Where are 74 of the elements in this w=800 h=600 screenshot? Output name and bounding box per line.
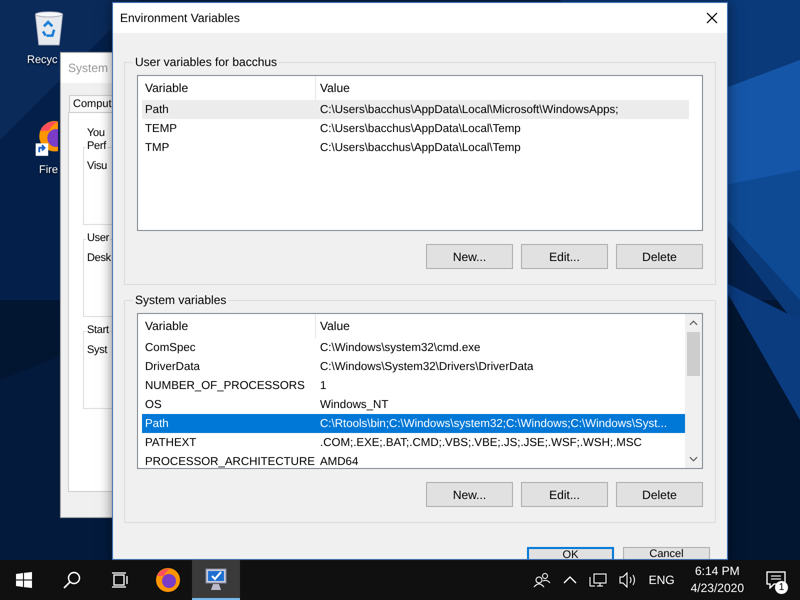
dialog-button[interactable]: New... [426, 482, 513, 507]
desktop-icon-label: Recyc [27, 54, 58, 66]
dialog-button[interactable]: Delete [616, 482, 703, 507]
computer-icon [203, 566, 229, 592]
list-row[interactable]: NUMBER_OF_PROCESSORS 1 [142, 376, 689, 395]
variable-name: NUMBER_OF_PROCESSORS [144, 380, 306, 392]
variable-value: Windows_NT [319, 398, 390, 410]
variable-name: TEMP [144, 122, 178, 134]
scroll-down-icon[interactable] [689, 456, 698, 462]
firefox-icon [155, 567, 181, 593]
column-header[interactable]: Variable [138, 314, 316, 338]
variables-list[interactable]: Variable Value Path C:\Users\bacchus\AppData\Local\Microsoft\WindowsApps; TEMP C:\Users\bacchus\AppData\Local\Temp TMP C:\Users\bacchus\AppData\Local\Temp [137, 75, 703, 231]
notifications-icon[interactable] [766, 571, 786, 589]
variable-value: 1 [319, 380, 328, 392]
variable-name: Path [144, 104, 170, 116]
start-icon[interactable] [16, 572, 32, 588]
dialog-button[interactable]: OK [527, 547, 614, 559]
dialog-button[interactable]: Delete [616, 244, 703, 269]
dialog-button[interactable]: New... [426, 244, 513, 269]
language-indicator[interactable]: ENG [648, 573, 675, 587]
variable-value: C:\Users\bacchus\AppData\Local\Temp [319, 122, 522, 134]
scrollbar[interactable] [685, 314, 702, 468]
variable-name: PATHEXT [144, 436, 198, 448]
variable-value: .COM;.EXE;.BAT;.CMD;.VBS;.VBE;.JS;.JSE;.WSF;.WSH;.MSC [319, 436, 643, 448]
list-row[interactable]: Path C:\Users\bacchus\AppData\Local\Microsoft\WindowsApps; [142, 100, 689, 119]
variable-name: ComSpec [144, 342, 196, 354]
variable-name: DriverData [144, 360, 201, 372]
scrollbar-thumb[interactable] [687, 332, 700, 376]
variable-value: C:\Users\bacchus\AppData\Local\Microsoft\WindowsApps; [319, 104, 620, 116]
close-icon[interactable] [706, 12, 718, 24]
taskbar-app[interactable] [192, 560, 240, 600]
group-text: Visu [87, 160, 107, 172]
volume-icon[interactable] [618, 572, 637, 588]
search-icon[interactable] [63, 571, 81, 589]
list-row[interactable]: TEMP C:\Users\bacchus\AppData\Local\Temp [142, 119, 689, 138]
column-header[interactable]: Value [316, 314, 685, 338]
scroll-up-icon[interactable] [689, 320, 698, 326]
variable-value: C:\Windows\system32\cmd.exe [319, 342, 482, 354]
clock-time: 6:14 PM [694, 563, 740, 580]
dialog-button[interactable]: Cancel [623, 547, 710, 559]
variable-value: C:\Windows\System32\Drivers\DriverData [319, 360, 534, 372]
group-title: Perf [86, 140, 107, 152]
variable-name: PROCESSOR_ARCHITECTURE [144, 456, 316, 468]
column-header[interactable]: Value [316, 76, 685, 100]
list-row[interactable]: OS Windows_NT [142, 395, 689, 414]
group-title: Start [86, 324, 110, 336]
list-row[interactable]: PROCESSOR_ARCHITECTURE AMD64 [142, 452, 689, 468]
list-row[interactable]: DriverData C:\Windows\System32\Drivers\DriverData [142, 357, 689, 376]
task-view-icon[interactable] [111, 572, 129, 588]
dialog-button[interactable]: Edit... [521, 482, 608, 507]
group-text: Desk [87, 252, 111, 264]
group-title: System variables [134, 293, 228, 307]
clock-date: 4/23/2020 [690, 580, 744, 597]
intro-text: You [87, 127, 105, 139]
variable-name: OS [144, 398, 163, 410]
variable-value: C:\Rtools\bin;C:\Windows\system32;C:\Windows;C:\Windows\Syst... [319, 418, 668, 430]
variables-list[interactable] [137, 313, 703, 469]
desktop-icon-label: Fire [39, 164, 58, 176]
network-icon[interactable] [588, 572, 607, 588]
variable-name: TMP [144, 142, 170, 154]
group-title: User [86, 232, 110, 244]
variable-value: C:\Users\bacchus\AppData\Local\Temp [319, 142, 522, 154]
people-icon[interactable] [532, 572, 551, 588]
list-row[interactable]: PATHEXT .COM;.EXE;.BAT;.CMD;.VBS;.VBE;.JS;.JSE;.WSF;.WSH;.MSC [142, 433, 689, 452]
variable-value: AMD64 [319, 456, 360, 468]
chevron-up-icon[interactable] [562, 576, 577, 584]
list-row[interactable]: TMP C:\Users\bacchus\AppData\Local\Temp [142, 138, 689, 157]
dialog-button[interactable]: Edit... [521, 244, 608, 269]
window-title: Environment Variables [120, 11, 240, 25]
clock[interactable]: 6:14 PM 4/23/2020 [682, 563, 752, 597]
group-text: Syst [87, 344, 108, 356]
list-row[interactable]: ComSpec C:\Windows\system32\cmd.exe [142, 338, 689, 357]
variable-name: Path [144, 418, 170, 430]
notification-count: 1 [775, 581, 788, 594]
